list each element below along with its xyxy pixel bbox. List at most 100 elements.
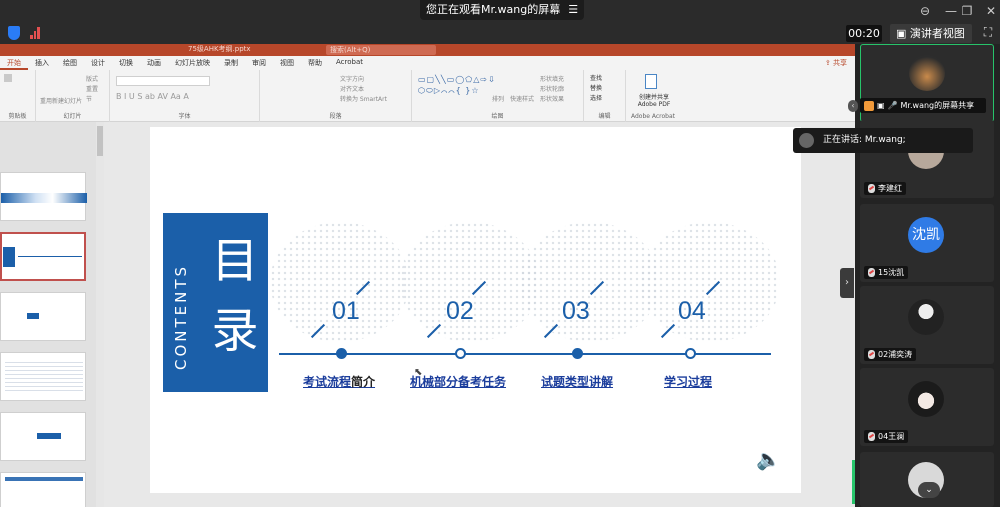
meeting-window: 您正在观看Mr.wang的屏幕 ☰ ⊖ — ❐ ✕ 00:20 ▣ 演讲者视图 …: [0, 0, 1000, 507]
slide-thumbnail-selected[interactable]: [0, 232, 86, 281]
shape-outline-button[interactable]: 形状轮廓: [540, 84, 564, 93]
replace-button[interactable]: 替换: [590, 83, 602, 92]
new-slide-button[interactable]: 新建幻灯片: [52, 96, 82, 105]
shape-fill-button[interactable]: 形状填充: [540, 74, 564, 83]
create-pdf-button[interactable]: 创建并共享 Adobe PDF: [632, 92, 676, 108]
presenter-view-label: 演讲者视图: [909, 27, 965, 40]
participant-tile[interactable]: 02浦奕涛: [860, 286, 994, 364]
drawing-group-label: 绘图: [491, 113, 504, 120]
muted-mic-icon: [868, 184, 875, 193]
fullscreen-icon[interactable]: ⛶: [980, 25, 996, 41]
menu-icon[interactable]: ☰: [568, 0, 578, 20]
ppt-share-label: 共享: [833, 59, 847, 67]
screen-share-indicator: ▣ 🎤 Mr.wang的屏幕共享: [860, 98, 986, 113]
participant-tile[interactable]: 04王澜: [860, 368, 994, 446]
pdf-icon[interactable]: [645, 74, 657, 89]
participant-name: 02浦奕涛: [878, 350, 913, 359]
find-button[interactable]: 查找: [590, 73, 602, 82]
participant-name: 李建红: [878, 184, 902, 193]
arrange-button[interactable]: 排列: [492, 94, 504, 103]
menu-slideshow[interactable]: 幻灯片放映: [168, 56, 217, 70]
slide-thumbnail[interactable]: [0, 352, 86, 401]
reuse-button[interactable]: 重用: [40, 96, 52, 105]
screen-share-icon: ▣: [877, 101, 885, 110]
font-style-buttons[interactable]: B I U S ab AV Aa A: [116, 92, 189, 101]
layout-button[interactable]: 版式: [86, 74, 98, 83]
quick-styles-button[interactable]: 快速样式: [510, 94, 534, 103]
shield-icon[interactable]: [8, 26, 20, 40]
participant-tile[interactable]: 沈凯 15沈凯: [860, 204, 994, 282]
ppt-search-box[interactable]: 搜索(Alt+Q): [326, 45, 436, 55]
ppt-title-bar: 75级AHK考纲.pptx 搜索(Alt+Q): [0, 44, 855, 56]
item-link-04[interactable]: 学习过程: [664, 375, 712, 389]
item-label-01[interactable]: 考试流程简介: [303, 373, 375, 390]
muted-mic-icon: [868, 432, 875, 441]
ppt-ribbon: 剪贴板 新建幻灯片 版式 重置 节 重用 幻灯片 B I U S ab AV A…: [0, 70, 855, 122]
mulu-title: 目录: [210, 227, 260, 367]
avatar: [908, 381, 944, 417]
speaking-indicator: 正在讲话: Mr.wang;: [793, 128, 973, 153]
align-text-button[interactable]: 对齐文本: [340, 84, 364, 93]
menu-home[interactable]: 开始: [0, 56, 28, 70]
item-label-03[interactable]: 试题类型讲解: [541, 373, 613, 390]
item-label-04[interactable]: 学习过程: [664, 373, 712, 390]
shapes-gallery[interactable]: ▭▢╲╲▭◯⬠△⇨⇩ ⬡⬭▷⌒⌒{ }☆: [418, 74, 495, 114]
font-group-label: 字体: [178, 113, 191, 120]
item-number-01: 01: [332, 297, 360, 325]
menu-record[interactable]: 录制: [217, 56, 245, 70]
scrollbar-thumb[interactable]: [97, 126, 103, 156]
thumbnail-scrollbar[interactable]: [96, 122, 104, 507]
menu-animations[interactable]: 动画: [140, 56, 168, 70]
item-link-01[interactable]: 考试流程: [303, 375, 351, 389]
section-button[interactable]: 节: [86, 94, 92, 103]
signal-icon: [30, 27, 41, 39]
slide-thumbnail[interactable]: [0, 412, 86, 461]
presenter-view-button[interactable]: ▣ 演讲者视图 ▾: [890, 24, 972, 59]
share-icon: [864, 100, 874, 111]
item-label-02[interactable]: 机械部分备考任务: [410, 373, 506, 390]
panel-scroll-left-icon[interactable]: ‹: [848, 100, 858, 112]
item-link-03[interactable]: 试题类型讲解: [541, 375, 613, 389]
shared-screen: 75级AHK考纲.pptx 搜索(Alt+Q) 开始 插入 绘图 设计 切换 动…: [0, 44, 855, 507]
reset-button[interactable]: 重置: [86, 84, 98, 93]
mouse-cursor-icon: ⬉: [414, 367, 423, 378]
slide-thumbnail[interactable]: [0, 292, 86, 341]
menu-transitions[interactable]: 切换: [112, 56, 140, 70]
menu-design[interactable]: 设计: [84, 56, 112, 70]
editing-group-label: 编辑: [598, 113, 611, 120]
participant-name: 04王澜: [878, 432, 905, 441]
menu-review[interactable]: 审阅: [245, 56, 273, 70]
item-link-02[interactable]: 机械部分备考任务: [410, 375, 506, 389]
scroll-down-icon[interactable]: ⌄: [918, 482, 940, 498]
meeting-top-bar: 您正在观看Mr.wang的屏幕 ☰ ⊖ — ❐ ✕: [0, 0, 1000, 22]
menu-view[interactable]: 视图: [273, 56, 301, 70]
contents-label: CONTENTS: [172, 263, 190, 370]
paste-icon[interactable]: [4, 74, 14, 82]
slide-thumbnail[interactable]: [0, 472, 86, 507]
menu-insert[interactable]: 插入: [28, 56, 56, 70]
select-button[interactable]: 选择: [590, 93, 602, 102]
mulu-char-2: 录: [211, 304, 259, 359]
slide-thumbnail[interactable]: [0, 172, 87, 221]
text-direction-button[interactable]: 文字方向: [340, 74, 364, 83]
speaker-icon[interactable]: 🔈: [756, 447, 786, 473]
shape-effects-button[interactable]: 形状效果: [540, 94, 564, 103]
menu-help[interactable]: 帮助: [301, 56, 329, 70]
font-name-combo[interactable]: [116, 76, 210, 86]
meeting-timer: 00:20: [846, 25, 882, 42]
menu-acrobat[interactable]: Acrobat: [329, 56, 370, 70]
acrobat-group-label: Adobe Acrobat: [630, 113, 676, 120]
paragraph-group-label: 段落: [329, 113, 342, 120]
ppt-share-button[interactable]: ⇪ 共享: [825, 58, 847, 68]
ribbon-clipboard: 剪贴板: [0, 70, 36, 122]
item-plain-01: 简介: [351, 375, 376, 389]
timeline-dot-04: [685, 348, 696, 359]
menu-draw[interactable]: 绘图: [56, 56, 84, 70]
collapse-panel-button[interactable]: ›: [840, 268, 854, 298]
participant-tile[interactable]: [860, 452, 994, 507]
smartart-button[interactable]: 转换为 SmartArt: [340, 94, 387, 103]
item-number-03: 03: [562, 297, 590, 325]
close-icon[interactable]: ✕: [976, 0, 1000, 22]
ribbon-slides: 新建幻灯片 版式 重置 节 重用 幻灯片: [36, 70, 110, 122]
speaking-label: 正在讲话: Mr.wang;: [823, 135, 906, 145]
